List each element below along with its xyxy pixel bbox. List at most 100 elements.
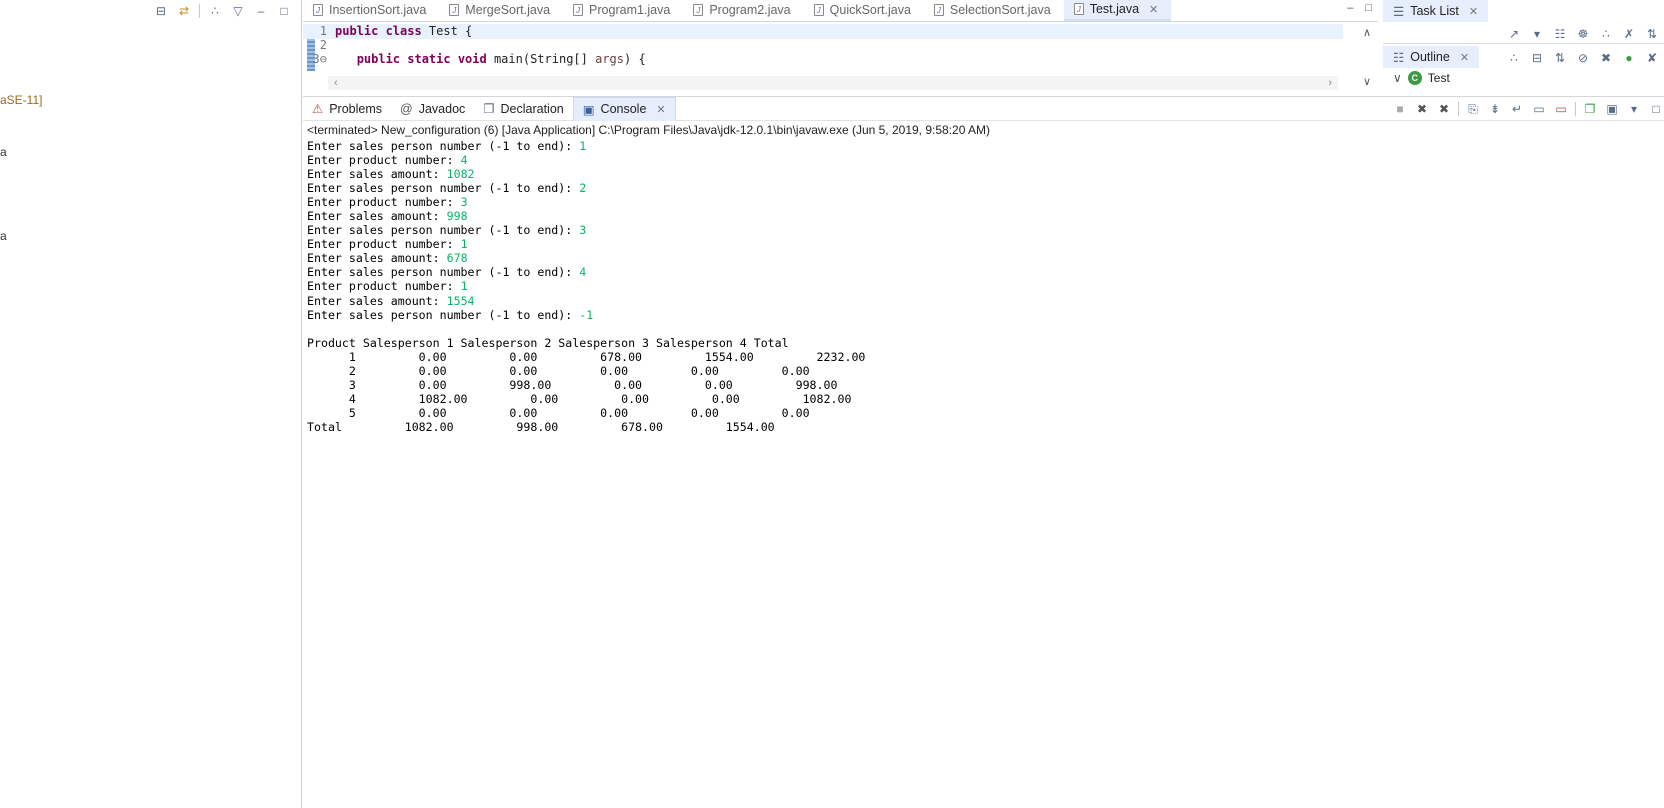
prompt-text: Enter product number:: [307, 279, 461, 294]
console-line: Enter product number: 1: [307, 279, 1664, 293]
user-input: 1: [460, 237, 468, 252]
console-line: Enter sales amount: 678: [307, 251, 1664, 265]
javadoc-icon: @: [400, 101, 413, 116]
code-line[interactable]: 1 public class Test {: [303, 24, 1343, 39]
remove-launch-icon[interactable]: ✖: [1414, 101, 1430, 117]
clear-console-icon[interactable]: ⎘: [1465, 101, 1481, 117]
chevron-down-icon[interactable]: ∨: [1393, 71, 1402, 85]
pin-console-icon[interactable]: ❐: [1582, 101, 1598, 117]
tab-label: Task List: [1410, 4, 1459, 18]
focus-icon[interactable]: ∴: [1506, 50, 1522, 66]
show-stdout-icon[interactable]: ▭: [1531, 101, 1547, 117]
console-line: Enter product number: 3: [307, 195, 1664, 209]
filters-icon[interactable]: ∴: [207, 3, 223, 19]
remove-all-icon[interactable]: ✖: [1436, 101, 1452, 117]
tree-item-fragment[interactable]: aSE-11]: [0, 93, 42, 107]
tab-problems[interactable]: ⚠ Problems: [303, 97, 391, 121]
tab-mergesort[interactable]: J MergeSort.java: [439, 0, 563, 21]
link-with-editor-icon[interactable]: ⇄: [176, 3, 192, 19]
horizontal-scrollbar[interactable]: ‹ ›: [328, 76, 1338, 90]
user-input: 678: [446, 251, 468, 266]
class-icon: C: [1407, 71, 1422, 85]
console-line: Enter product number: 1: [307, 237, 1664, 251]
code-area[interactable]: 1 public class Test { 2 3⊖ public static …: [303, 22, 1378, 92]
synchronize-icon[interactable]: ⇅: [1644, 26, 1660, 42]
code-line[interactable]: 2: [303, 38, 1343, 53]
close-tab-icon[interactable]: ✕: [1469, 5, 1478, 18]
editor-tab-bar: J InsertionSort.java J MergeSort.java J …: [303, 0, 1378, 22]
scroll-left-icon[interactable]: ‹: [334, 77, 338, 89]
user-input: 4: [579, 265, 587, 280]
table-row: 3 0.00 998.00 0.00 0.00 998.00: [307, 377, 838, 392]
outline-item[interactable]: ∨ C Test: [1393, 71, 1450, 85]
close-tab-icon[interactable]: ✕: [1149, 3, 1158, 16]
hide-local-types-icon[interactable]: ✘: [1644, 50, 1660, 66]
hide-fields-icon[interactable]: ⊘: [1575, 50, 1591, 66]
prompt-text: Enter product number:: [307, 153, 461, 168]
tab-label: Program1.java: [589, 3, 671, 17]
maximize-icon[interactable]: □: [276, 3, 292, 19]
code-line[interactable]: 3⊖ public static void main(String[] args…: [303, 52, 1343, 67]
terminate-icon[interactable]: ■: [1392, 101, 1408, 117]
tab-label: Test.java: [1089, 2, 1140, 16]
console-output[interactable]: Enter sales person number (-1 to end): 1…: [303, 139, 1664, 434]
tree-item-fragment[interactable]: a: [0, 229, 7, 243]
scroll-lock-icon[interactable]: ⇟: [1487, 101, 1503, 117]
table-header: Product Salesperson 1 Salesperson 2 Sale…: [307, 335, 789, 350]
scroll-right-icon[interactable]: ›: [1328, 77, 1332, 89]
scroll-up-icon[interactable]: ∧: [1363, 26, 1371, 39]
tab-outline[interactable]: ☷ Outline ✕: [1383, 46, 1480, 68]
collapse-all-icon[interactable]: ⊟: [1529, 50, 1545, 66]
display-console-icon[interactable]: ▣: [1604, 101, 1620, 117]
open-console-icon[interactable]: □: [1648, 101, 1664, 117]
close-tab-icon[interactable]: ✕: [656, 103, 665, 116]
hide-static-icon[interactable]: ✖: [1598, 50, 1614, 66]
tab-task-list[interactable]: ☰ Task List ✕: [1383, 0, 1489, 22]
java-file-icon: J: [449, 4, 460, 16]
new-task-icon[interactable]: ↗: [1506, 26, 1522, 42]
categorize-icon[interactable]: ☷: [1552, 26, 1568, 42]
scheduled-icon[interactable]: ☸: [1575, 26, 1591, 42]
close-tab-icon[interactable]: ✕: [1460, 51, 1469, 64]
tab-quicksort[interactable]: J QuickSort.java: [804, 0, 924, 21]
outline-item-label: Test: [1427, 71, 1450, 85]
view-tab-bar: ⚠ Problems @ Javadoc ❐ Declaration ▣ Con…: [303, 96, 1664, 121]
tab-javadoc[interactable]: @ Javadoc: [391, 97, 474, 121]
tab-test[interactable]: J Test.java ✕: [1063, 0, 1172, 21]
show-stderr-icon[interactable]: ▭: [1553, 101, 1569, 117]
console-line: Enter sales person number (-1 to end): -…: [307, 308, 1664, 322]
vertical-scrollbar[interactable]: ∧ ∨: [1360, 26, 1374, 88]
view-menu-icon[interactable]: ▽: [230, 3, 246, 19]
java-file-icon: J: [1073, 3, 1084, 15]
tab-console[interactable]: ▣ Console ✕: [572, 96, 676, 121]
minimize-icon[interactable]: –: [1347, 2, 1353, 14]
minimize-icon[interactable]: –: [253, 3, 269, 19]
user-input: -1: [579, 307, 594, 322]
code-param: args: [595, 52, 625, 66]
maximize-icon[interactable]: □: [1365, 2, 1372, 14]
sort-icon[interactable]: ⇅: [1552, 50, 1568, 66]
user-input: 4: [460, 153, 468, 168]
table-row: 1 0.00 0.00 678.00 1554.00 2232.00: [307, 349, 866, 364]
outline-panel: ☷ Outline ✕ ∴ ⊟ ⇅ ⊘ ✖ ● ✘ ∨ C Test: [1383, 46, 1664, 90]
tab-label: Program2.java: [709, 3, 791, 17]
user-input: 3: [579, 223, 587, 238]
collapse-all-icon[interactable]: ⊟: [153, 3, 169, 19]
tab-program1[interactable]: J Program1.java: [563, 0, 683, 21]
console-icon: ▣: [582, 102, 595, 117]
dropdown-icon[interactable]: ▾: [1626, 101, 1642, 117]
tab-declaration[interactable]: ❐ Declaration: [474, 97, 572, 121]
scroll-down-icon[interactable]: ∨: [1363, 75, 1371, 88]
filter-icon[interactable]: ∴: [1598, 26, 1614, 42]
console-line: Enter sales amount: 998: [307, 209, 1664, 223]
tab-insertionsort[interactable]: J InsertionSort.java: [303, 0, 439, 21]
tab-label: QuickSort.java: [829, 3, 911, 17]
tab-program2[interactable]: J Program2.java: [683, 0, 803, 21]
dropdown-icon[interactable]: ▾: [1529, 26, 1545, 42]
tree-item-fragment[interactable]: a: [0, 145, 7, 159]
prompt-text: Enter sales amount:: [307, 209, 447, 224]
hide-completed-icon[interactable]: ✗: [1621, 26, 1637, 42]
hide-nonpublic-icon[interactable]: ●: [1621, 50, 1637, 66]
tab-selectionsort[interactable]: J SelectionSort.java: [924, 0, 1064, 21]
word-wrap-icon[interactable]: ↵: [1509, 101, 1525, 117]
